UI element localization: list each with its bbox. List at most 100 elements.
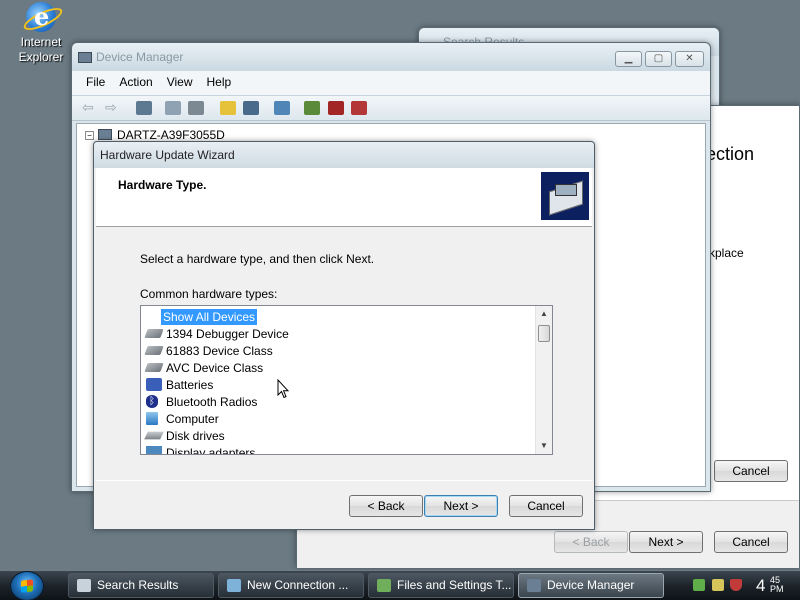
search-results-icon: [77, 579, 91, 592]
connection-cancel-top-button[interactable]: Cancel: [714, 460, 788, 482]
wizard-heading: Hardware Type.: [118, 178, 207, 192]
device-manager-titlebar[interactable]: Device Manager ▁ ▢ ✕: [72, 43, 710, 71]
list-item-label: Show All Devices: [161, 308, 258, 325]
connection-heading: ection: [706, 144, 755, 164]
clock-hour: 4: [756, 576, 766, 595]
disk-drive-icon: [144, 431, 164, 440]
back-button[interactable]: < Back: [349, 495, 423, 517]
list-item-label: Bluetooth Radios: [166, 394, 258, 409]
device-icon: [144, 362, 164, 373]
taskbar: Search Results New Connection ... Files …: [0, 570, 800, 600]
list-item-label: Computer: [166, 411, 219, 426]
list-item-label: Display adapters: [166, 445, 256, 455]
clock-ampm: PM: [770, 584, 784, 594]
bluetooth-icon: ᛒ: [146, 395, 158, 408]
minimize-button[interactable]: ▁: [615, 51, 642, 67]
list-item-display-adapters[interactable]: Display adapters: [146, 444, 257, 455]
computer-icon: [98, 129, 112, 140]
device-manager-title: Device Manager: [96, 50, 184, 64]
toolbar: ⇦ ⇨: [72, 95, 710, 121]
network-tray-icon[interactable]: [693, 579, 705, 591]
list-item-label: 1394 Debugger Device: [166, 326, 289, 341]
properties-icon[interactable]: [165, 101, 181, 115]
taskbar-item-label: Files and Settings T...: [397, 578, 512, 592]
close-button[interactable]: ✕: [675, 51, 704, 67]
device-icon: [144, 345, 164, 356]
help-icon[interactable]: [220, 101, 236, 115]
menu-bar: File Action View Help: [72, 71, 710, 95]
connection-next-button[interactable]: Next >: [629, 531, 703, 553]
menu-help[interactable]: Help: [200, 71, 239, 95]
new-connection-icon: [227, 579, 241, 592]
hardware-update-wizard-window[interactable]: Hardware Update Wizard Hardware Type. Se…: [93, 141, 595, 530]
tree-root-item[interactable]: − DARTZ-A39F3055D: [85, 128, 225, 142]
print-icon[interactable]: [188, 101, 204, 115]
list-item-show-all-devices[interactable]: Show All Devices: [161, 308, 258, 325]
wizard-instruction: Select a hardware type, and then click N…: [140, 252, 375, 266]
list-item-label: Batteries: [166, 377, 214, 392]
mouse-cursor-icon: [277, 379, 289, 399]
device-manager-icon: [78, 52, 92, 63]
list-item-batteries[interactable]: Batteries: [146, 376, 215, 393]
list-scrollbar[interactable]: ▲ ▼: [535, 306, 552, 454]
display-adapter-icon: [146, 446, 162, 454]
list-item-1394-debugger[interactable]: 1394 Debugger Device: [144, 325, 291, 342]
scan-hardware-icon[interactable]: [274, 101, 290, 115]
wizard-separator: [96, 480, 592, 481]
tree-root-label: DARTZ-A39F3055D: [117, 128, 225, 142]
clock-minutes-ampm: 45 PM: [770, 576, 784, 594]
collapse-icon[interactable]: −: [85, 131, 94, 140]
help-topics-icon[interactable]: [243, 101, 259, 115]
wizard-header: Hardware Type.: [96, 168, 592, 227]
taskbar-item-label: New Connection ...: [247, 578, 349, 592]
list-item-computer[interactable]: Computer: [146, 410, 221, 427]
show-hide-tree-icon[interactable]: [136, 101, 152, 115]
uninstall-device-icon[interactable]: [351, 101, 367, 115]
hardware-wizard-icon: [540, 171, 590, 221]
clock[interactable]: 4 45 PM: [756, 576, 784, 596]
update-driver-icon[interactable]: [304, 101, 320, 115]
taskbar-item-search-results[interactable]: Search Results: [68, 573, 214, 598]
device-manager-icon: [527, 579, 541, 592]
list-item-label: Disk drives: [166, 428, 225, 443]
disable-device-icon[interactable]: [328, 101, 344, 115]
start-button[interactable]: [10, 571, 44, 600]
taskbar-item-files-and-settings[interactable]: Files and Settings T...: [368, 573, 514, 598]
list-item-disk-drives[interactable]: Disk drives: [144, 427, 227, 444]
wizard-titlebar[interactable]: Hardware Update Wizard: [94, 142, 594, 168]
menu-action[interactable]: Action: [112, 71, 159, 95]
hardware-types-list[interactable]: Show All Devices 1394 Debugger Device 61…: [140, 305, 553, 455]
internet-explorer-icon: [26, 2, 56, 32]
battery-icon: [146, 378, 162, 391]
list-item-avc-device-class[interactable]: AVC Device Class: [144, 359, 265, 376]
computer-icon: [146, 412, 158, 425]
list-item-61883-device-class[interactable]: 61883 Device Class: [144, 342, 275, 359]
taskbar-item-new-connection[interactable]: New Connection ...: [218, 573, 364, 598]
taskbar-item-label: Search Results: [97, 578, 179, 592]
maximize-button[interactable]: ▢: [645, 51, 672, 67]
ie-label-line2: Explorer: [18, 50, 64, 64]
list-item-bluetooth-radios[interactable]: ᛒ Bluetooth Radios: [146, 393, 259, 410]
taskbar-item-device-manager[interactable]: Device Manager: [518, 573, 664, 598]
forward-arrow-icon[interactable]: ⇨: [105, 99, 117, 116]
scroll-thumb[interactable]: [538, 325, 550, 342]
device-icon: [144, 328, 164, 339]
list-item-label: 61883 Device Class: [166, 343, 273, 358]
connection-back-button[interactable]: < Back: [554, 531, 628, 553]
cancel-button[interactable]: Cancel: [509, 495, 583, 517]
scroll-up-arrow-icon[interactable]: ▲: [536, 306, 552, 322]
back-arrow-icon[interactable]: ⇦: [82, 99, 94, 116]
wand-tray-icon[interactable]: [712, 579, 724, 591]
scroll-down-arrow-icon[interactable]: ▼: [536, 438, 552, 454]
taskbar-item-label: Device Manager: [547, 578, 635, 592]
ie-label-line1: Internet: [20, 35, 62, 49]
connection-text: kplace: [709, 246, 744, 260]
internet-explorer-desktop-icon[interactable]: Internet Explorer: [10, 2, 72, 65]
connection-cancel-button[interactable]: Cancel: [714, 531, 788, 553]
menu-file[interactable]: File: [79, 71, 112, 95]
list-item-label: AVC Device Class: [166, 360, 264, 375]
menu-view[interactable]: View: [160, 71, 200, 95]
wizard-title: Hardware Update Wizard: [100, 148, 235, 162]
security-shield-icon[interactable]: [730, 579, 742, 591]
next-button[interactable]: Next >: [424, 495, 498, 517]
